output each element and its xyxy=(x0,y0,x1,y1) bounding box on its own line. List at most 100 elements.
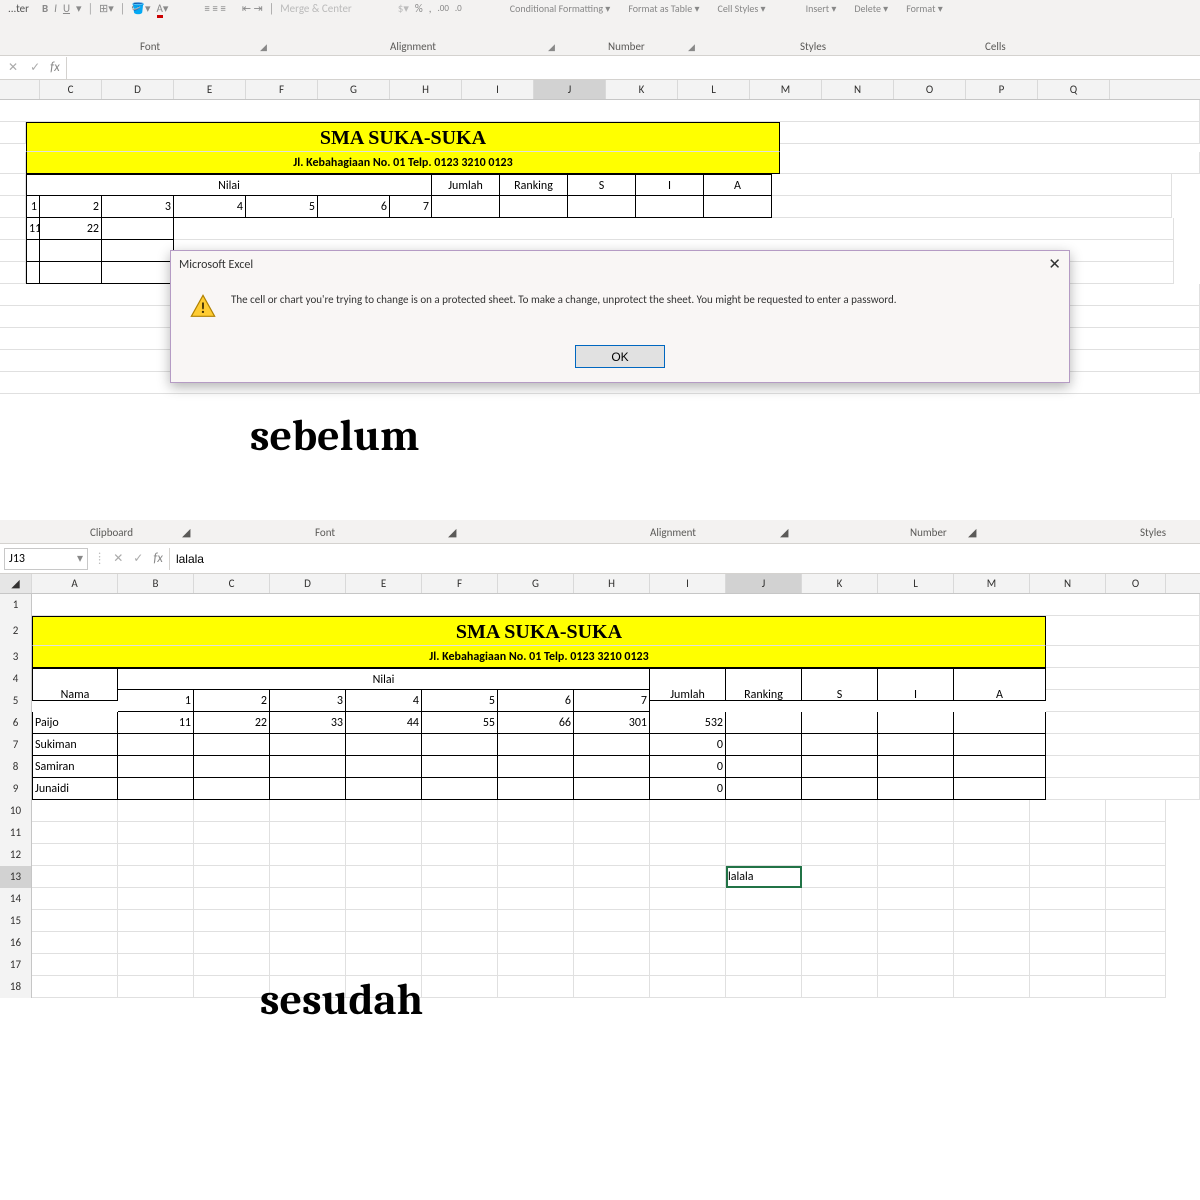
enter-icon[interactable]: ✓ xyxy=(26,60,44,75)
cell[interactable] xyxy=(726,976,802,998)
cell[interactable] xyxy=(422,800,498,822)
cell[interactable] xyxy=(650,888,726,910)
cell[interactable] xyxy=(194,910,270,932)
grid-top[interactable]: SMA SUKA-SUKA Jl. Kebahagiaan No. 01 Tel… xyxy=(0,100,1200,480)
cell[interactable] xyxy=(118,910,194,932)
cell[interactable] xyxy=(726,712,802,734)
cell[interactable]: 22 xyxy=(194,712,270,734)
cell[interactable] xyxy=(270,932,346,954)
cell[interactable] xyxy=(270,888,346,910)
col-hdr[interactable]: E xyxy=(174,80,246,99)
cell[interactable] xyxy=(878,910,954,932)
cell[interactable] xyxy=(194,866,270,888)
cell[interactable] xyxy=(878,844,954,866)
border-icon[interactable]: ⊞▾ xyxy=(99,2,114,15)
cell[interactable] xyxy=(194,822,270,844)
selected-cell[interactable]: lalala xyxy=(726,866,802,888)
cell[interactable] xyxy=(270,844,346,866)
cell[interactable] xyxy=(1106,932,1166,954)
cell[interactable] xyxy=(1106,954,1166,976)
student-name[interactable]: Samiran xyxy=(32,756,118,778)
col-hdr[interactable]: D xyxy=(270,574,346,593)
cell[interactable] xyxy=(1106,822,1166,844)
font-color-icon[interactable]: A▾ xyxy=(157,2,169,15)
cell[interactable] xyxy=(118,800,194,822)
cell[interactable] xyxy=(194,932,270,954)
merge-center-button[interactable]: Merge & Center xyxy=(280,2,352,15)
col-hdr[interactable]: C xyxy=(194,574,270,593)
col-hdr[interactable]: N xyxy=(822,80,894,99)
percent-icon[interactable]: % xyxy=(415,2,423,15)
cell[interactable] xyxy=(194,778,270,800)
cell[interactable]: 11 xyxy=(118,712,194,734)
cell[interactable] xyxy=(954,756,1046,778)
delete-cells-button[interactable]: Delete ▾ xyxy=(848,2,894,15)
cell[interactable] xyxy=(1106,866,1166,888)
jumlah-cell[interactable]: 0 xyxy=(650,778,726,800)
row-hdr[interactable]: 9 xyxy=(0,778,32,800)
cell[interactable] xyxy=(954,954,1030,976)
cell[interactable] xyxy=(802,756,878,778)
cell[interactable] xyxy=(1030,910,1106,932)
cell[interactable] xyxy=(118,778,194,800)
cell[interactable] xyxy=(32,954,118,976)
cell[interactable] xyxy=(726,910,802,932)
cell[interactable]: 66 xyxy=(498,712,574,734)
cell[interactable] xyxy=(32,976,118,998)
row-hdr[interactable]: 11 xyxy=(0,822,32,844)
cell[interactable] xyxy=(270,756,346,778)
insert-cells-button[interactable]: Insert ▾ xyxy=(800,2,843,15)
col-hdr[interactable]: F xyxy=(422,574,498,593)
cell[interactable] xyxy=(650,844,726,866)
cell[interactable] xyxy=(650,800,726,822)
cell[interactable] xyxy=(1030,954,1106,976)
cell[interactable] xyxy=(1106,888,1166,910)
col-hdr[interactable]: Q xyxy=(1038,80,1110,99)
col-hdr[interactable]: B xyxy=(118,574,194,593)
cell[interactable] xyxy=(498,822,574,844)
cell[interactable] xyxy=(802,822,878,844)
fx-button[interactable]: fx xyxy=(147,551,169,566)
col-hdr[interactable]: L xyxy=(878,574,954,593)
cell[interactable] xyxy=(194,976,270,998)
student-name[interactable]: Paijo xyxy=(32,712,118,734)
name-box[interactable]: J13▾ xyxy=(4,548,88,570)
col-hdr[interactable]: K xyxy=(606,80,678,99)
row-hdr[interactable]: 12 xyxy=(0,844,32,866)
cell[interactable] xyxy=(650,910,726,932)
cell[interactable] xyxy=(650,932,726,954)
cell[interactable] xyxy=(878,976,954,998)
cell[interactable] xyxy=(650,976,726,998)
col-hdr[interactable]: G xyxy=(318,80,390,99)
cell[interactable] xyxy=(498,910,574,932)
cell[interactable]: 3 xyxy=(102,196,174,218)
student-name[interactable]: Junaidi xyxy=(32,778,118,800)
col-hdr[interactable]: J xyxy=(726,574,802,593)
cell[interactable] xyxy=(32,888,118,910)
format-as-table-button[interactable]: Format as Table ▾ xyxy=(622,2,705,15)
cell[interactable] xyxy=(650,822,726,844)
cell[interactable] xyxy=(498,756,574,778)
cell[interactable] xyxy=(270,734,346,756)
cell[interactable] xyxy=(878,822,954,844)
cell[interactable] xyxy=(954,866,1030,888)
cell[interactable] xyxy=(422,844,498,866)
grid-bottom[interactable]: 1 2 SMA SUKA-SUKA 3 Jl. Kebahagiaan No. … xyxy=(0,594,1200,998)
cell[interactable]: 22 xyxy=(40,218,102,240)
cell[interactable] xyxy=(422,822,498,844)
cell[interactable] xyxy=(498,734,574,756)
cell[interactable] xyxy=(498,976,574,998)
col-hdr[interactable]: A xyxy=(32,574,118,593)
cell[interactable] xyxy=(32,844,118,866)
cell[interactable] xyxy=(726,756,802,778)
cell[interactable] xyxy=(498,778,574,800)
cell[interactable] xyxy=(422,778,498,800)
col-hdr[interactable]: I xyxy=(462,80,534,99)
row-hdr[interactable]: 4 xyxy=(0,668,32,690)
cell[interactable]: 3 xyxy=(270,690,346,712)
cell[interactable] xyxy=(346,888,422,910)
cell[interactable] xyxy=(194,844,270,866)
student-name[interactable]: Sukiman xyxy=(32,734,118,756)
cell[interactable] xyxy=(1030,976,1106,998)
row-hdr[interactable]: 17 xyxy=(0,954,32,976)
